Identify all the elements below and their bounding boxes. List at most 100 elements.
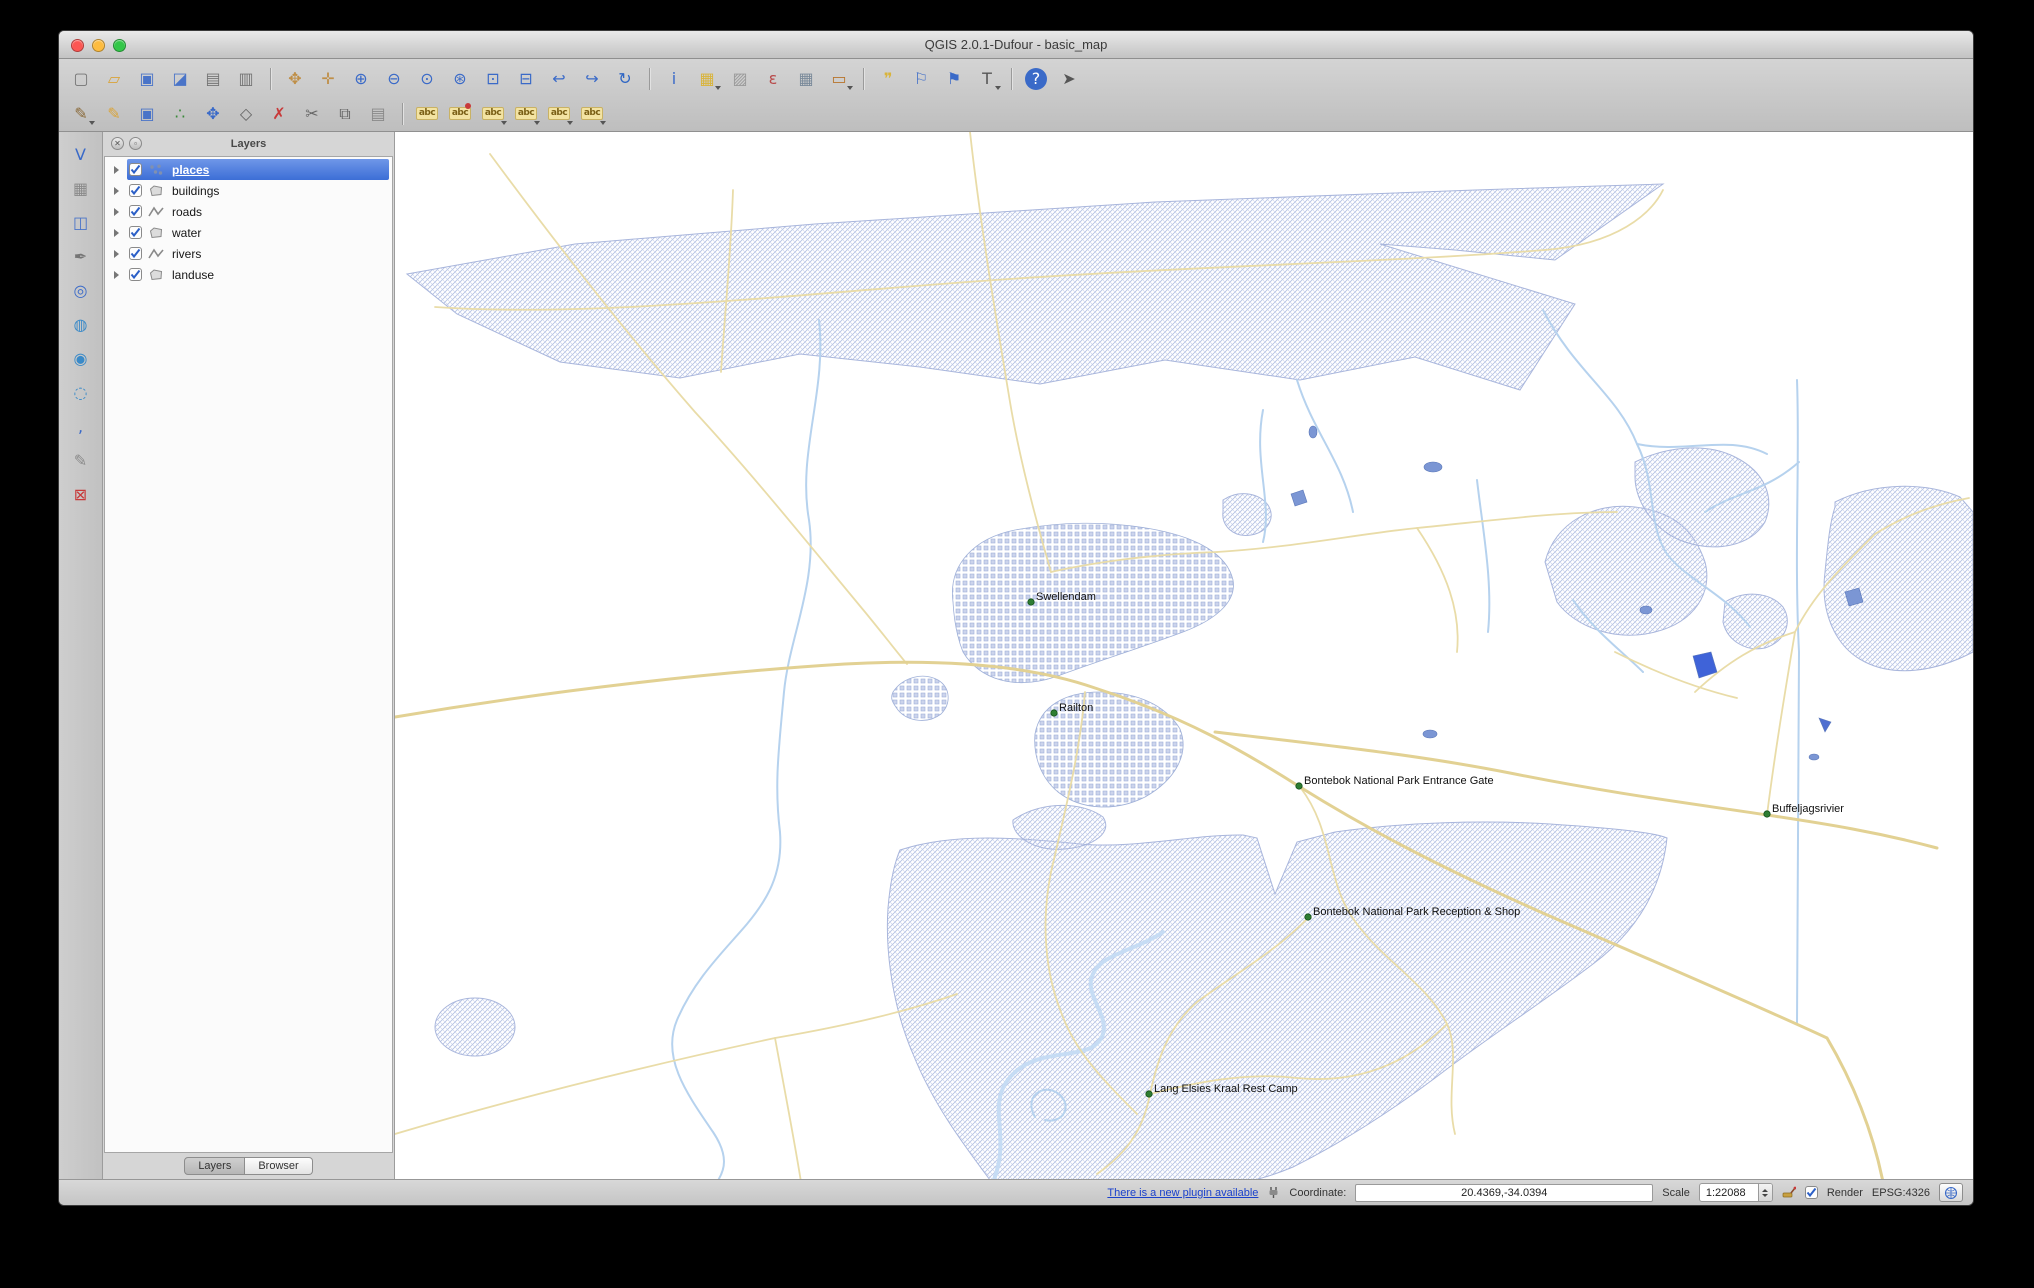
layer-row-water[interactable]: water [105, 222, 392, 243]
label-pin-button[interactable]: abc [446, 101, 474, 127]
save-project-button[interactable]: ▣ [133, 66, 161, 92]
zoom-last-button[interactable]: ↩ [545, 66, 573, 92]
minimize-window-button[interactable] [92, 39, 105, 52]
remove-layer-button[interactable]: ⊠ [66, 482, 96, 508]
add-wfs-layer-button[interactable]: ◌ [66, 380, 96, 406]
polygon-layer-icon [148, 268, 166, 282]
disclosure-triangle-icon[interactable] [105, 271, 127, 279]
move-feature-button[interactable]: ✥ [199, 101, 227, 127]
current-edits-button[interactable]: ✎ [67, 101, 95, 127]
deselect-features-button[interactable]: ▨ [726, 66, 754, 92]
title-bar[interactable]: QGIS 2.0.1-Dufour - basic_map [59, 31, 1973, 59]
layer-row-body[interactable]: landuse [127, 264, 389, 285]
add-delimited-text-layer-button[interactable]: , [66, 414, 96, 440]
open-project-button[interactable]: ▱ [100, 66, 128, 92]
layer-labeling-button[interactable]: abc [413, 101, 441, 127]
delete-selected-button[interactable]: ✗ [265, 101, 293, 127]
cut-features-button[interactable]: ✂ [298, 101, 326, 127]
select-features-button[interactable]: ▦ [693, 66, 721, 92]
zoom-window-button[interactable] [113, 39, 126, 52]
layer-row-body[interactable]: buildings [127, 180, 389, 201]
coordinate-input[interactable] [1355, 1183, 1654, 1202]
add-wms-layer-button[interactable]: ◍ [66, 312, 96, 338]
refresh-map-button[interactable]: ↻ [611, 66, 639, 92]
new-shapefile-layer-button[interactable]: ✎ [66, 448, 96, 474]
layer-row-body[interactable]: roads [127, 201, 389, 222]
label-rotate-button[interactable]: abc [545, 101, 573, 127]
layer-visibility-checkbox[interactable] [129, 184, 142, 197]
new-project-button[interactable]: ▢ [67, 66, 95, 92]
label-properties-button[interactable]: abc [578, 101, 606, 127]
zoom-native-button[interactable]: ⊙ [413, 66, 441, 92]
paste-features-button[interactable]: ▤ [364, 101, 392, 127]
open-attribute-table-button[interactable]: ▦ [792, 66, 820, 92]
add-feature-button[interactable]: ∴ [166, 101, 194, 127]
zoom-in-button[interactable]: ⊕ [347, 66, 375, 92]
add-raster-layer-button[interactable]: ▦ [66, 176, 96, 202]
show-bookmarks-button[interactable]: ⚑ [940, 66, 968, 92]
zoom-in-icon: ⊕ [354, 68, 368, 88]
close-window-button[interactable] [71, 39, 84, 52]
pan-map-button[interactable]: ✥ [281, 66, 309, 92]
save-layer-edits-button[interactable]: ▣ [133, 101, 161, 127]
zoom-to-layer-button[interactable]: ⊟ [512, 66, 540, 92]
layer-row-buildings[interactable]: buildings [105, 180, 392, 201]
node-tool-button[interactable]: ◇ [232, 101, 260, 127]
zoom-full-button[interactable]: ⊛ [446, 66, 474, 92]
copy-features-button[interactable]: ⧉ [331, 101, 359, 127]
plugin-icon[interactable] [1267, 1186, 1280, 1199]
layer-visibility-checkbox[interactable] [129, 268, 142, 281]
identify-features-button[interactable]: i [660, 66, 688, 92]
zoom-out-button[interactable]: ⊖ [380, 66, 408, 92]
map-tips-button[interactable]: ❞ [874, 66, 902, 92]
add-postgis-layer-button[interactable]: ◫ [66, 210, 96, 236]
add-vector-layer-button[interactable]: V [66, 142, 96, 168]
scale-combo-arrows-icon[interactable] [1757, 1184, 1772, 1201]
new-plugin-link[interactable]: There is a new plugin available [1107, 1187, 1258, 1199]
scale-combo[interactable]: 1:22088 [1698, 1183, 1773, 1202]
layer-row-places[interactable]: places [105, 159, 392, 180]
add-wcs-layer-button[interactable]: ◉ [66, 346, 96, 372]
add-spatialite-layer-button[interactable]: ✒ [66, 244, 96, 270]
layer-visibility-checkbox[interactable] [129, 247, 142, 260]
disclosure-triangle-icon[interactable] [105, 229, 127, 237]
save-project-as-button[interactable]: ◪ [166, 66, 194, 92]
select-by-expression-button[interactable]: ε [759, 66, 787, 92]
layer-row-roads[interactable]: roads [105, 201, 392, 222]
layer-row-body[interactable]: places [127, 159, 389, 180]
stop-rendering-icon[interactable] [1782, 1186, 1796, 1199]
disclosure-triangle-icon[interactable] [105, 250, 127, 258]
measure-button[interactable]: ▭ [825, 66, 853, 92]
help-contents-button[interactable]: ? [1025, 67, 1047, 90]
tab-browser[interactable]: Browser [245, 1157, 313, 1175]
layer-row-landuse[interactable]: landuse [105, 264, 392, 285]
new-print-composer-button[interactable]: ▤ [199, 66, 227, 92]
map-canvas[interactable]: Swellendam Railton Bontebok National Park … [395, 132, 1973, 1179]
pan-to-selection-button[interactable]: ✛ [314, 66, 342, 92]
disclosure-triangle-icon[interactable] [105, 187, 127, 195]
render-checkbox[interactable] [1804, 1186, 1818, 1199]
layer-visibility-checkbox[interactable] [129, 205, 142, 218]
tab-layers[interactable]: Layers [184, 1157, 246, 1175]
whats-this-button[interactable]: ➤ [1055, 66, 1083, 92]
text-annotation-button[interactable]: T [973, 66, 1001, 92]
float-layers-panel-button[interactable]: ▫ [129, 137, 142, 150]
zoom-next-button[interactable]: ↪ [578, 66, 606, 92]
label-highlight-button[interactable]: abc [479, 101, 507, 127]
layer-row-body[interactable]: water [127, 222, 389, 243]
text-annotation-icon: T [982, 68, 992, 88]
label-move-button[interactable]: abc [512, 101, 540, 127]
close-layers-panel-button[interactable]: ✕ [111, 137, 124, 150]
composer-manager-button[interactable]: ▥ [232, 66, 260, 92]
layer-row-rivers[interactable]: rivers [105, 243, 392, 264]
disclosure-triangle-icon[interactable] [105, 208, 127, 216]
crs-status-button[interactable] [1939, 1183, 1963, 1202]
disclosure-triangle-icon[interactable] [105, 166, 127, 174]
layer-visibility-checkbox[interactable] [129, 226, 142, 239]
add-mssql-layer-button[interactable]: ◎ [66, 278, 96, 304]
toggle-editing-button[interactable]: ✎ [100, 101, 128, 127]
zoom-to-selection-button[interactable]: ⊡ [479, 66, 507, 92]
new-bookmark-button[interactable]: ⚐ [907, 66, 935, 92]
layer-row-body[interactable]: rivers [127, 243, 389, 264]
layer-visibility-checkbox[interactable] [129, 163, 142, 176]
